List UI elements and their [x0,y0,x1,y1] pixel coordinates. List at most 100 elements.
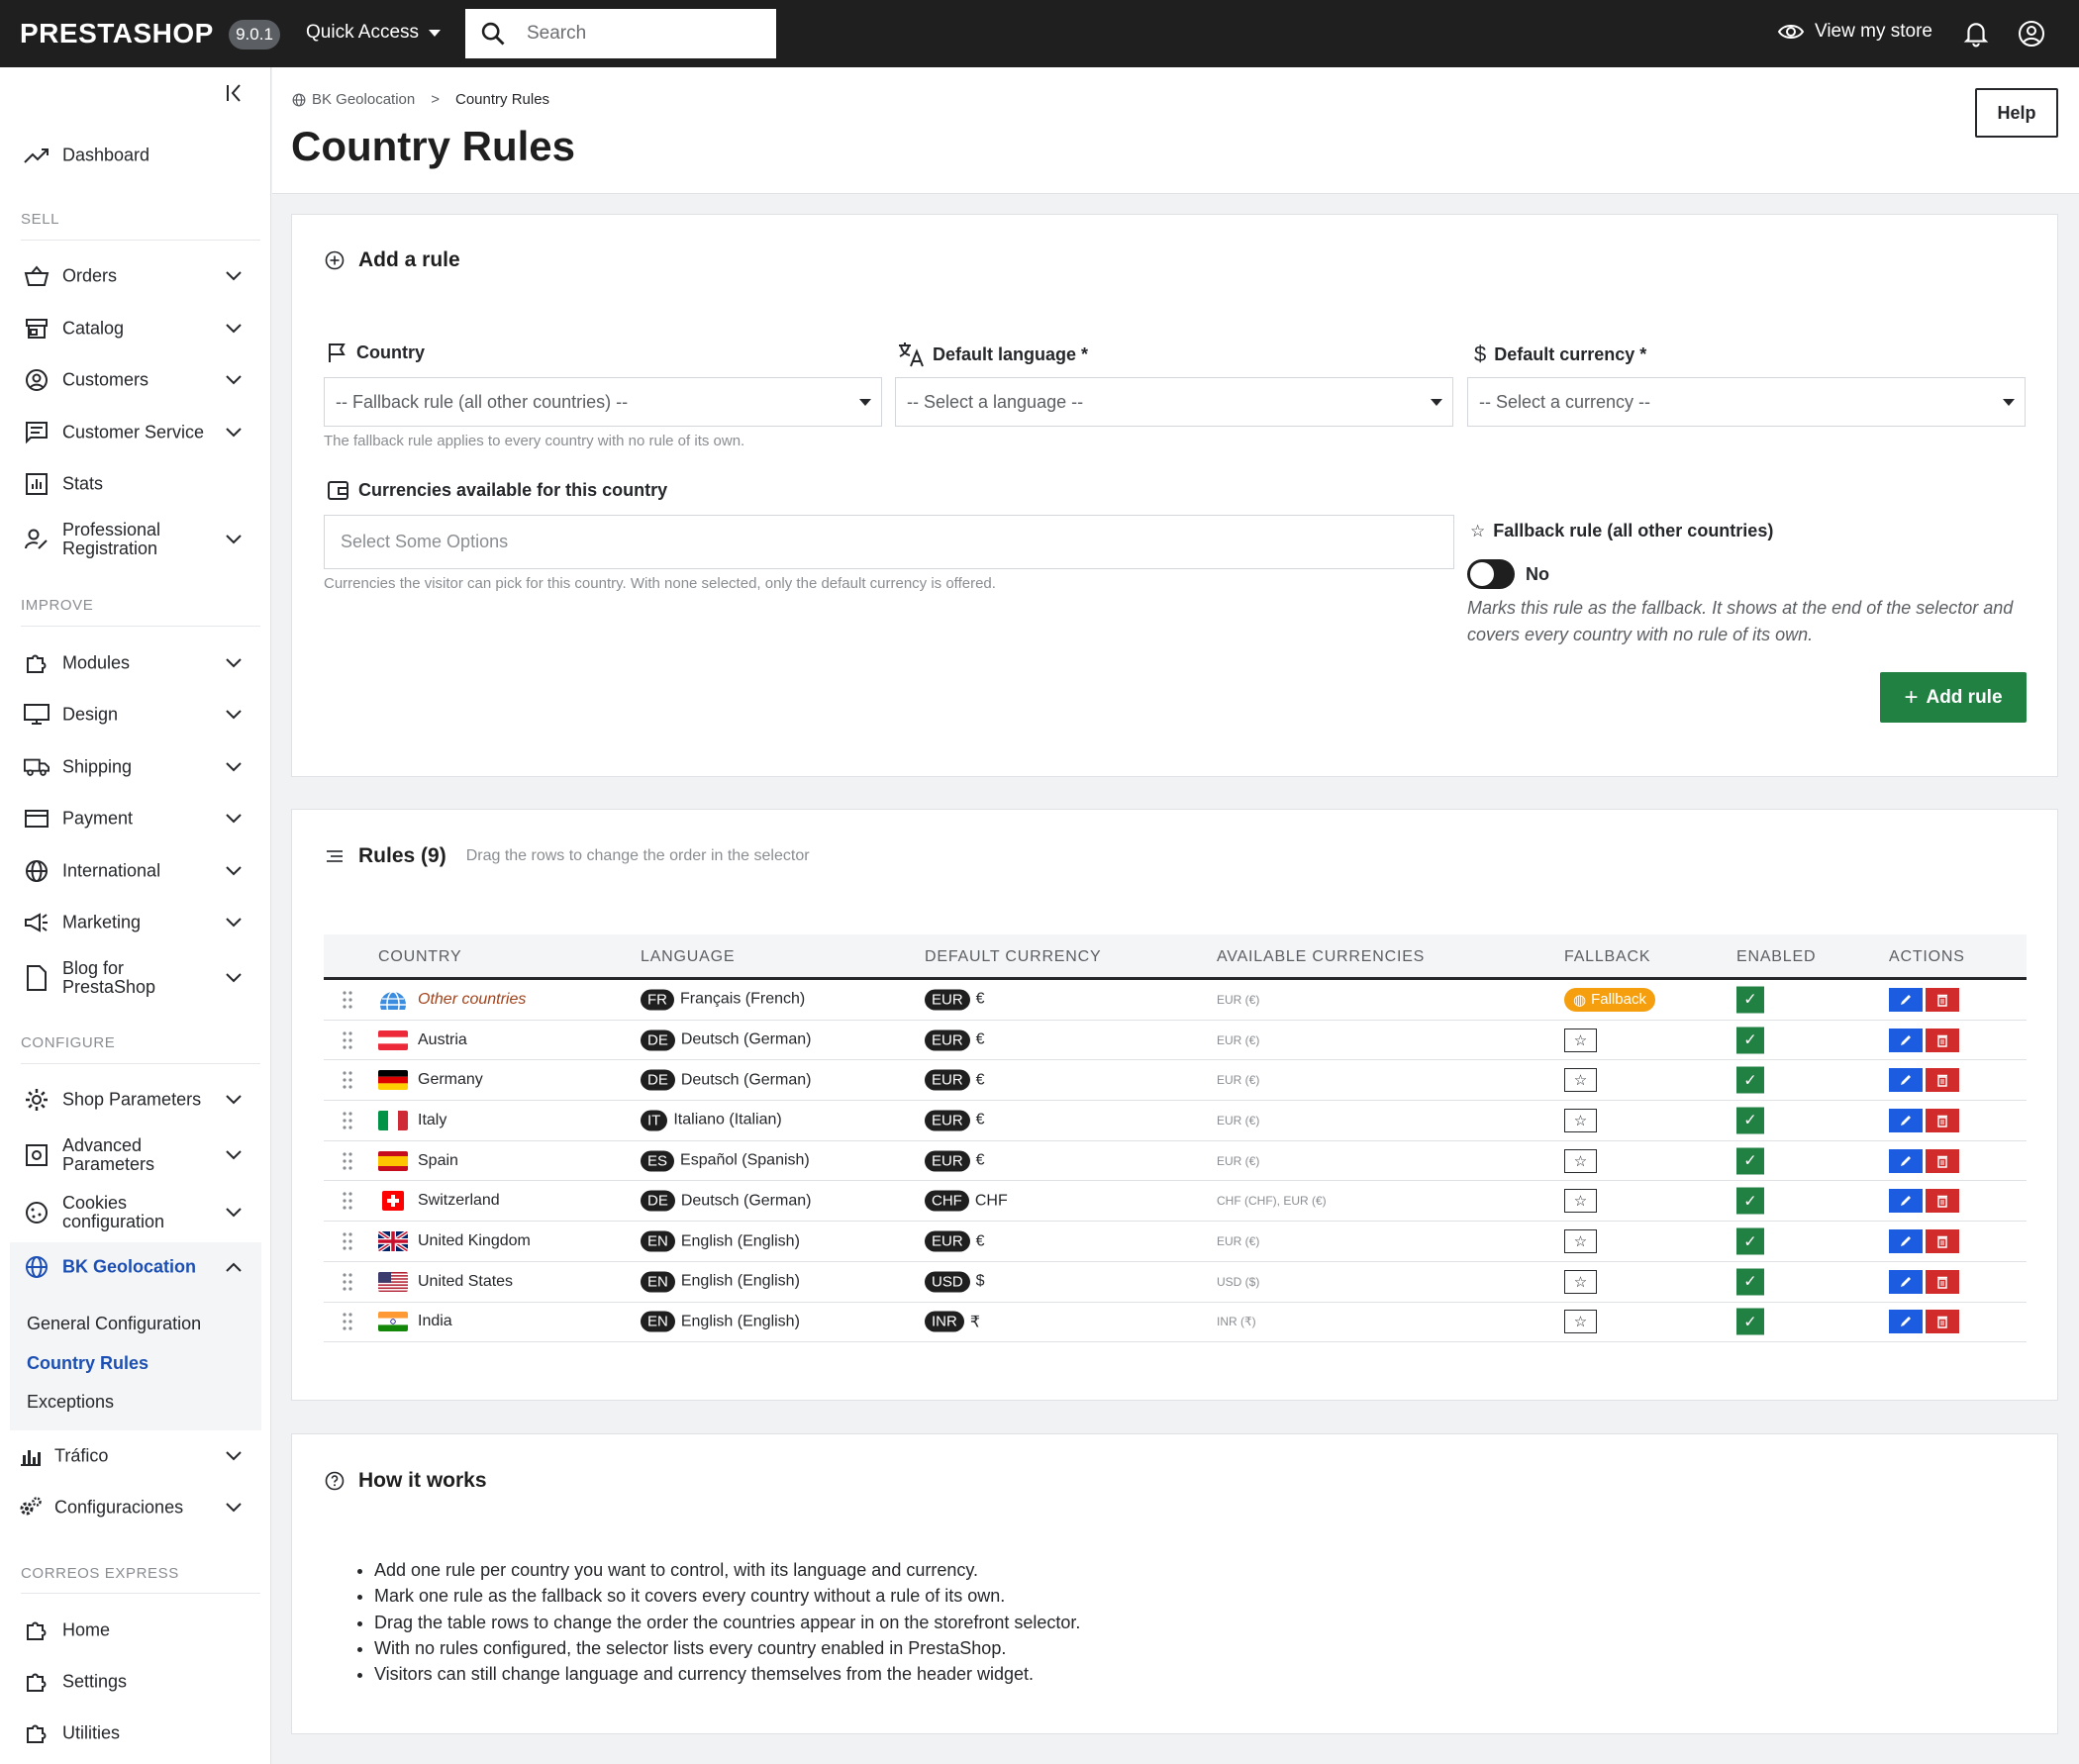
table-row[interactable]: United Kingdom EN English (English) EUR € EUR… [324,1222,2027,1262]
edit-button[interactable] [1889,1148,1923,1173]
prestashop-logo[interactable]: PRESTASHOP [20,18,214,49]
sidebar-item-utilities[interactable]: Utilities [0,1714,271,1753]
delete-button[interactable] [1926,1108,1959,1132]
bell-icon[interactable] [1963,20,1989,48]
sidebar-item-shop-parameters[interactable]: Shop Parameters [0,1080,271,1120]
sidebar-item-dashboard[interactable]: Dashboard [0,136,271,175]
set-fallback-star-button[interactable]: ☆ [1564,1068,1597,1093]
drag-handle-icon[interactable] [342,1231,353,1251]
edit-button[interactable] [1889,1108,1923,1132]
sidebar-item-catalog[interactable]: Catalog [0,309,271,348]
delete-button[interactable] [1926,1269,1959,1294]
drag-handle-icon[interactable] [342,1312,353,1331]
table-row[interactable]: Switzerland DE Deutsch (German) CHF CHF CHF (… [324,1182,2027,1223]
sidebar-item-advanced-parameters[interactable]: Advanced Parameters [0,1130,271,1180]
sidebar-item-shipping[interactable]: Shipping [0,747,271,787]
table-row[interactable]: Other countries FR Français (French) EUR € EU… [324,980,2027,1021]
sidebar-item-trafico[interactable]: Tráfico [0,1436,271,1476]
sidebar-item-payment[interactable]: Payment [0,799,271,838]
drag-handle-icon[interactable] [342,1030,353,1050]
enabled-check-button[interactable]: ✓ [1736,1308,1764,1335]
delete-button[interactable] [1926,1028,1959,1052]
sidebar-item-design[interactable]: Design [0,695,271,735]
chat-icon [24,420,50,445]
sidebar-item-stats[interactable]: Stats [0,464,271,504]
delete-button[interactable] [1926,1148,1959,1173]
sidebar-sub-general-configuration[interactable]: General Configuration [27,1314,201,1334]
enabled-check-button[interactable]: ✓ [1736,1066,1764,1094]
sidebar-item-modules[interactable]: Modules [0,643,271,683]
edit-button[interactable] [1889,1310,1923,1334]
table-row[interactable]: Spain ES Español (Spanish) EUR € EUR (€) ☆ ✓ [324,1141,2027,1182]
set-fallback-star-button[interactable]: ☆ [1564,1229,1597,1254]
view-store-link[interactable]: View my store [1777,21,1932,43]
sidebar-item-customer-service[interactable]: Customer Service [0,413,271,452]
table-row[interactable]: India EN English (English) INR ₹ INR (₹) ☆ ✓ [324,1303,2027,1343]
search-input[interactable] [527,23,744,45]
drag-handle-icon[interactable] [342,1070,353,1090]
sidebar-item-international[interactable]: International [0,851,271,891]
table-row[interactable]: United States EN English (English) USD $ USD … [324,1262,2027,1303]
sidebar-item-cookies-configuration[interactable]: Cookies configuration [0,1188,271,1237]
sidebar-item-bk-geolocation[interactable]: BK Geolocation [0,1247,271,1287]
enabled-check-button[interactable]: ✓ [1736,1027,1764,1054]
fallback-label: ☆ Fallback rule (all other countries) [1470,521,1773,541]
drag-handle-icon[interactable] [342,1111,353,1130]
set-fallback-star-button[interactable]: ☆ [1564,1108,1597,1132]
delete-button[interactable] [1926,1189,1959,1214]
edit-button[interactable] [1889,1269,1923,1294]
country-select[interactable]: -- Fallback rule (all other countries) -… [324,377,882,427]
set-fallback-star-button[interactable]: ☆ [1564,1189,1597,1214]
help-button[interactable]: Help [1975,88,2058,138]
breadcrumb-parent-link[interactable]: BK Geolocation [312,91,415,108]
quick-access-menu[interactable]: Quick Access [306,22,442,44]
drag-handle-icon[interactable] [342,1272,353,1292]
set-fallback-star-button[interactable]: ☆ [1564,1269,1597,1294]
sidebar-item-blog[interactable]: Blog for PrestaShop [0,953,271,1003]
edit-button[interactable] [1889,1028,1923,1052]
set-fallback-star-button[interactable]: ☆ [1564,1148,1597,1173]
drag-handle-icon[interactable] [342,1151,353,1171]
sidebar-item-marketing[interactable]: Marketing [0,903,271,942]
fallback-toggle[interactable] [1467,559,1515,589]
enabled-check-button[interactable]: ✓ [1736,1107,1764,1134]
language-select[interactable]: -- Select a language -- [895,377,1453,427]
enabled-check-button[interactable]: ✓ [1736,1187,1764,1215]
drag-handle-icon[interactable] [342,1191,353,1211]
enabled-check-button[interactable]: ✓ [1736,986,1764,1014]
search-box[interactable] [465,9,776,58]
account-icon[interactable] [2018,20,2045,48]
set-fallback-star-button[interactable]: ☆ [1564,1310,1597,1334]
sidebar-item-home[interactable]: Home [0,1611,271,1650]
edit-button[interactable] [1889,1068,1923,1093]
sidebar-sub-country-rules[interactable]: Country Rules [27,1353,148,1374]
sidebar-item-orders[interactable]: Orders [0,256,271,296]
sidebar-label: Customer Service [62,422,205,442]
delete-button[interactable] [1926,1229,1959,1254]
sidebar-item-settings[interactable]: Settings [0,1662,271,1702]
currency-select[interactable]: -- Select a currency -- [1467,377,2026,427]
edit-button[interactable] [1889,1229,1923,1254]
add-rule-button[interactable]: + Add rule [1880,672,2027,723]
table-row[interactable]: Germany DE Deutsch (German) EUR € EUR (€) ☆ ✓ [324,1060,2027,1102]
set-fallback-star-button[interactable]: ☆ [1564,1028,1597,1052]
delete-button[interactable] [1926,987,1959,1012]
drag-handle-icon[interactable] [342,990,353,1010]
collapse-sidebar-icon[interactable] [224,82,246,104]
edit-button[interactable] [1889,987,1923,1012]
sidebar-item-professional-registration[interactable]: Professional Registration [0,515,271,564]
sidebar-item-customers[interactable]: Customers [0,360,271,400]
available-currencies-multiselect[interactable]: Select Some Options [324,515,1454,569]
delete-button[interactable] [1926,1310,1959,1334]
enabled-check-button[interactable]: ✓ [1736,1268,1764,1296]
delete-button[interactable] [1926,1068,1959,1093]
language-name: Español (Spanish) [680,1151,810,1169]
enabled-check-button[interactable]: ✓ [1736,1147,1764,1175]
enabled-check-button[interactable]: ✓ [1736,1227,1764,1255]
sidebar-item-configuraciones[interactable]: Configuraciones [0,1488,271,1527]
table-row[interactable]: Austria DE Deutsch (German) EUR € EUR (€) ☆ ✓ [324,1021,2027,1061]
country-name: India [418,1313,452,1330]
table-row[interactable]: Italy IT Italiano (Italian) EUR € EUR (€) ☆ ✓ [324,1101,2027,1141]
sidebar-sub-exceptions[interactable]: Exceptions [27,1392,114,1413]
edit-button[interactable] [1889,1189,1923,1214]
